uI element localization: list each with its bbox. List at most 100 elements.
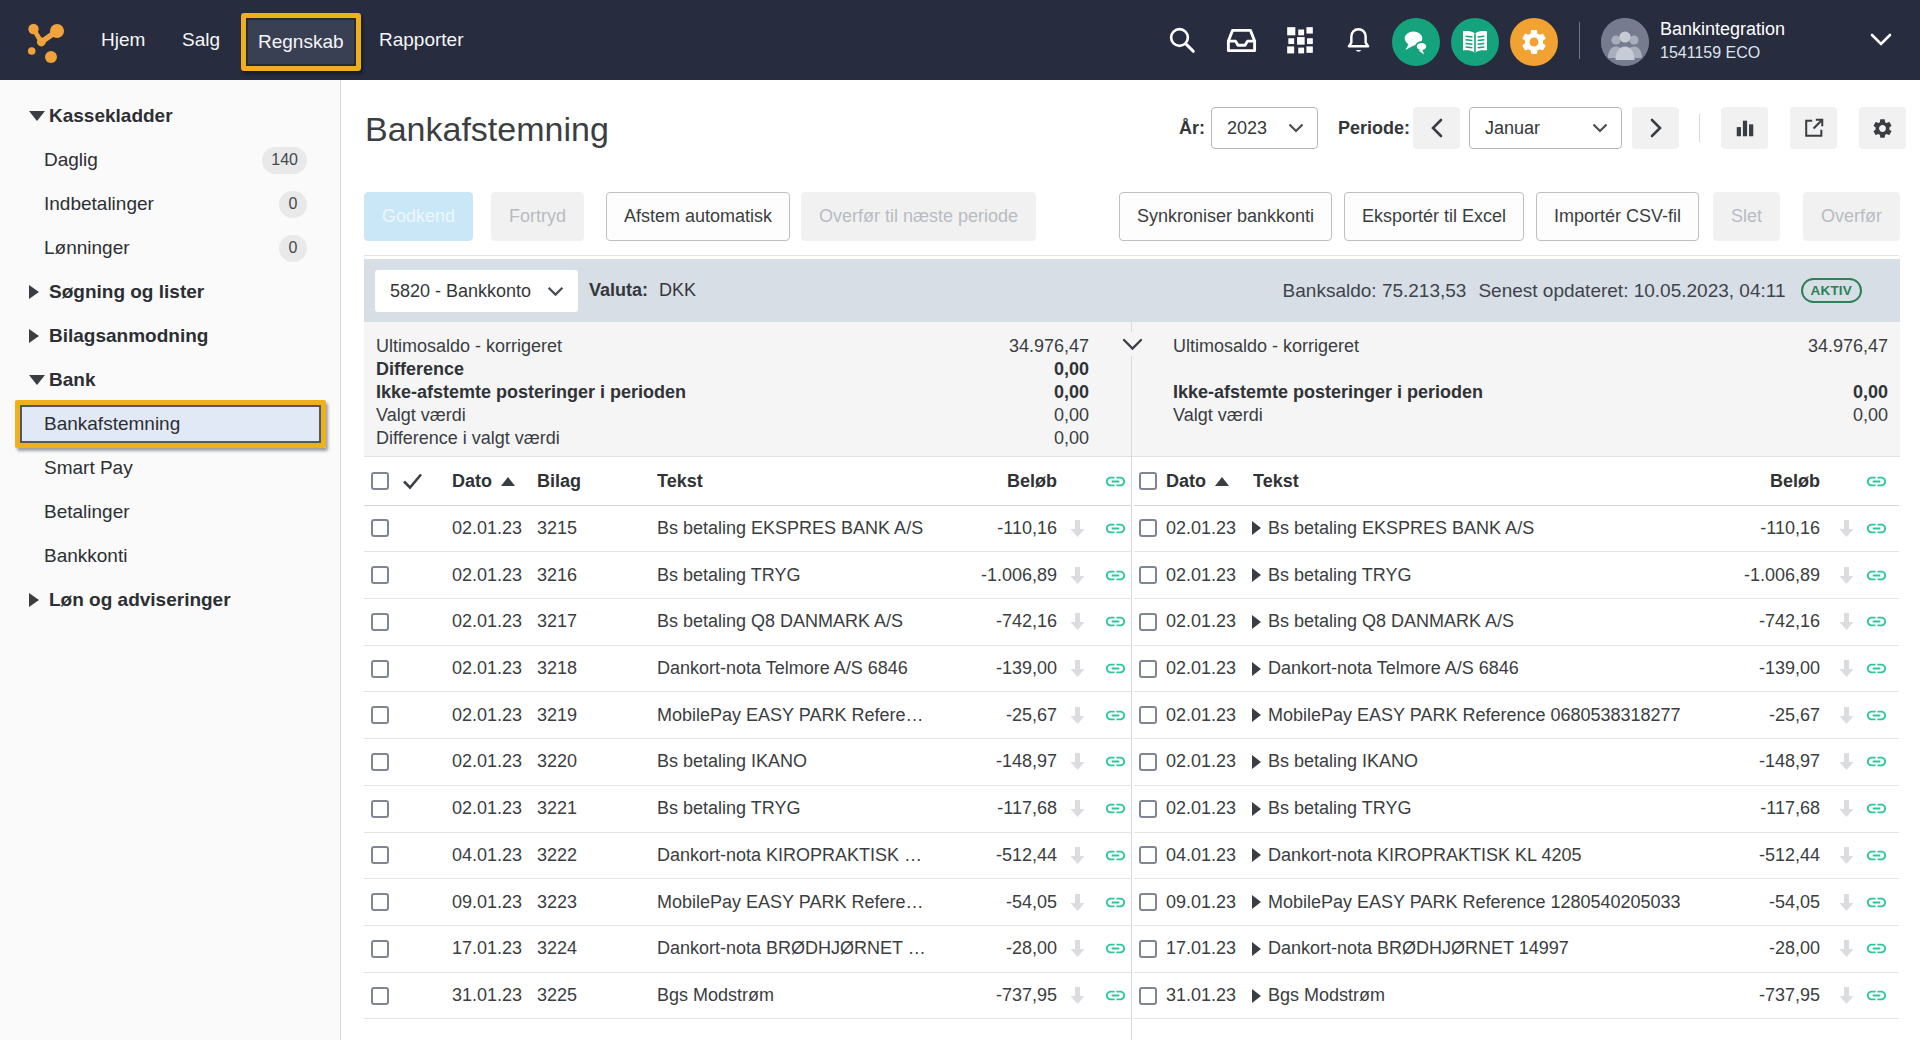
table-row[interactable]: 31.01.23 Bgs Modstrøm -737,95 xyxy=(1134,973,1899,1020)
toolbar-button[interactable]: Overfør til næste periode xyxy=(801,192,1036,241)
row-checkbox[interactable] xyxy=(371,753,389,771)
settings-button[interactable] xyxy=(1859,107,1906,149)
table-row[interactable]: 02.01.23 3217 Bs betaling Q8 DANMARK A/S… xyxy=(364,599,1131,646)
row-checkbox[interactable] xyxy=(371,613,389,631)
select-all-checkbox[interactable] xyxy=(1139,472,1157,490)
row-checkbox[interactable] xyxy=(1139,987,1157,1005)
triangle-collapsed-icon[interactable] xyxy=(29,329,39,343)
row-checkbox[interactable] xyxy=(1139,566,1157,584)
table-row[interactable]: 09.01.23 MobilePay EASY PARK Reference 1… xyxy=(1134,879,1899,926)
link-icon[interactable] xyxy=(1865,973,1888,1019)
move-down-icon[interactable] xyxy=(1838,692,1855,738)
column-header-amount[interactable]: Beløb xyxy=(1007,458,1057,505)
row-checkbox[interactable] xyxy=(371,940,389,958)
table-row[interactable]: 02.01.23 Bs betaling Q8 DANMARK A/S -742… xyxy=(1134,599,1899,646)
expand-row-icon[interactable] xyxy=(1252,973,1261,1019)
table-row[interactable]: 02.01.23 3215 Bs betaling EKSPRES BANK A… xyxy=(364,506,1131,553)
row-checkbox[interactable] xyxy=(371,706,389,724)
sidebar-item[interactable]: Bankafstemning xyxy=(0,402,340,446)
column-header-voucher[interactable]: Bilag xyxy=(537,458,581,505)
inbox-icon[interactable] xyxy=(1224,0,1258,80)
toolbar-button[interactable]: Fortryd xyxy=(491,192,584,241)
sidebar-item[interactable]: Lønninger 0 xyxy=(0,226,340,270)
triangle-expanded-icon[interactable] xyxy=(29,111,45,121)
table-row[interactable]: 02.01.23 3220 Bs betaling IKANO -148,97 xyxy=(364,739,1131,786)
toolbar-button[interactable]: Afstem automatisk xyxy=(606,192,790,241)
avatar[interactable] xyxy=(1601,18,1649,66)
table-row[interactable]: 02.01.23 Bs betaling EKSPRES BANK A/S -1… xyxy=(1134,506,1899,553)
move-down-icon[interactable] xyxy=(1069,739,1086,785)
table-row[interactable]: 04.01.23 Dankort-nota KIROPRAKTISK KL 42… xyxy=(1134,833,1899,880)
nav-item[interactable]: Salg xyxy=(182,0,220,80)
column-header-text[interactable]: Tekst xyxy=(657,458,703,505)
row-checkbox[interactable] xyxy=(371,987,389,1005)
link-icon[interactable] xyxy=(1104,973,1127,1019)
table-row[interactable]: 31.01.23 3225 Bgs Modstrøm -737,95 xyxy=(364,973,1131,1020)
move-down-icon[interactable] xyxy=(1069,833,1086,879)
expand-row-icon[interactable] xyxy=(1252,786,1261,832)
sidebar-item[interactable]: Bilagsanmodning xyxy=(0,314,340,358)
link-icon[interactable] xyxy=(1104,599,1127,645)
help-book-icon[interactable] xyxy=(1451,18,1499,66)
link-icon[interactable] xyxy=(1104,926,1127,972)
link-icon[interactable] xyxy=(1104,879,1127,925)
user-menu[interactable]: Bankintegration 1541159 ECO xyxy=(1660,17,1785,64)
collapse-summary-button[interactable] xyxy=(1118,332,1146,356)
table-row[interactable]: 17.01.23 Dankort-nota BRØDHJØRNET 14997 … xyxy=(1134,926,1899,973)
nav-item[interactable]: Rapporter xyxy=(379,0,464,80)
notifications-icon[interactable] xyxy=(1344,0,1372,80)
row-checkbox[interactable] xyxy=(1139,519,1157,537)
link-icon[interactable] xyxy=(1865,599,1888,645)
row-checkbox[interactable] xyxy=(371,566,389,584)
expand-row-icon[interactable] xyxy=(1252,926,1261,972)
link-icon[interactable] xyxy=(1104,786,1127,832)
year-select[interactable]: 2023 xyxy=(1211,107,1318,149)
select-all-checkbox[interactable] xyxy=(371,472,389,490)
move-down-icon[interactable] xyxy=(1069,786,1086,832)
settings-icon[interactable] xyxy=(1510,18,1558,66)
toolbar-button[interactable]: Godkend xyxy=(364,192,473,241)
move-down-icon[interactable] xyxy=(1069,599,1086,645)
move-down-icon[interactable] xyxy=(1069,879,1086,925)
column-header-text[interactable]: Tekst xyxy=(1253,458,1299,505)
sidebar-item[interactable]: Søgning og lister xyxy=(0,270,340,314)
table-row[interactable]: 02.01.23 Bs betaling TRYG -1.006,89 xyxy=(1134,552,1899,599)
chevron-down-icon[interactable] xyxy=(1870,33,1892,46)
move-down-icon[interactable] xyxy=(1069,646,1086,692)
table-row[interactable]: 02.01.23 Dankort-nota Telmore A/S 6846 -… xyxy=(1134,646,1899,693)
row-checkbox[interactable] xyxy=(371,519,389,537)
table-row[interactable]: 02.01.23 3221 Bs betaling TRYG -117,68 xyxy=(364,786,1131,833)
link-icon[interactable] xyxy=(1865,926,1888,972)
move-down-icon[interactable] xyxy=(1838,506,1855,552)
next-period-button[interactable] xyxy=(1632,107,1679,149)
chart-view-button[interactable] xyxy=(1721,107,1768,149)
toolbar-button[interactable]: Slet xyxy=(1713,192,1780,241)
previous-period-button[interactable] xyxy=(1413,107,1460,149)
bank-account-select[interactable]: 5820 - Bankkonto xyxy=(375,270,578,312)
row-checkbox[interactable] xyxy=(1139,660,1157,678)
link-icon[interactable] xyxy=(1104,739,1127,785)
apps-icon[interactable] xyxy=(1284,0,1316,80)
triangle-collapsed-icon[interactable] xyxy=(29,593,39,607)
expand-row-icon[interactable] xyxy=(1252,506,1261,552)
expand-row-icon[interactable] xyxy=(1252,833,1261,879)
sidebar-item[interactable]: Bankkonti xyxy=(0,534,340,578)
move-down-icon[interactable] xyxy=(1069,506,1086,552)
move-down-icon[interactable] xyxy=(1069,973,1086,1019)
nav-item[interactable]: Hjem xyxy=(101,0,145,80)
move-down-icon[interactable] xyxy=(1069,692,1086,738)
sidebar-item[interactable]: Løn og adviseringer xyxy=(0,578,340,622)
move-down-icon[interactable] xyxy=(1838,646,1855,692)
chat-icon[interactable] xyxy=(1392,18,1440,66)
link-icon[interactable] xyxy=(1865,552,1888,598)
move-down-icon[interactable] xyxy=(1838,739,1855,785)
move-down-icon[interactable] xyxy=(1838,786,1855,832)
link-icon[interactable] xyxy=(1865,879,1888,925)
row-checkbox[interactable] xyxy=(1139,893,1157,911)
table-row[interactable]: 02.01.23 3216 Bs betaling TRYG -1.006,89 xyxy=(364,552,1131,599)
nav-item[interactable]: Regnskab xyxy=(241,13,361,71)
link-icon[interactable] xyxy=(1865,739,1888,785)
move-down-icon[interactable] xyxy=(1069,926,1086,972)
move-down-icon[interactable] xyxy=(1838,973,1855,1019)
link-icon[interactable] xyxy=(1865,833,1888,879)
